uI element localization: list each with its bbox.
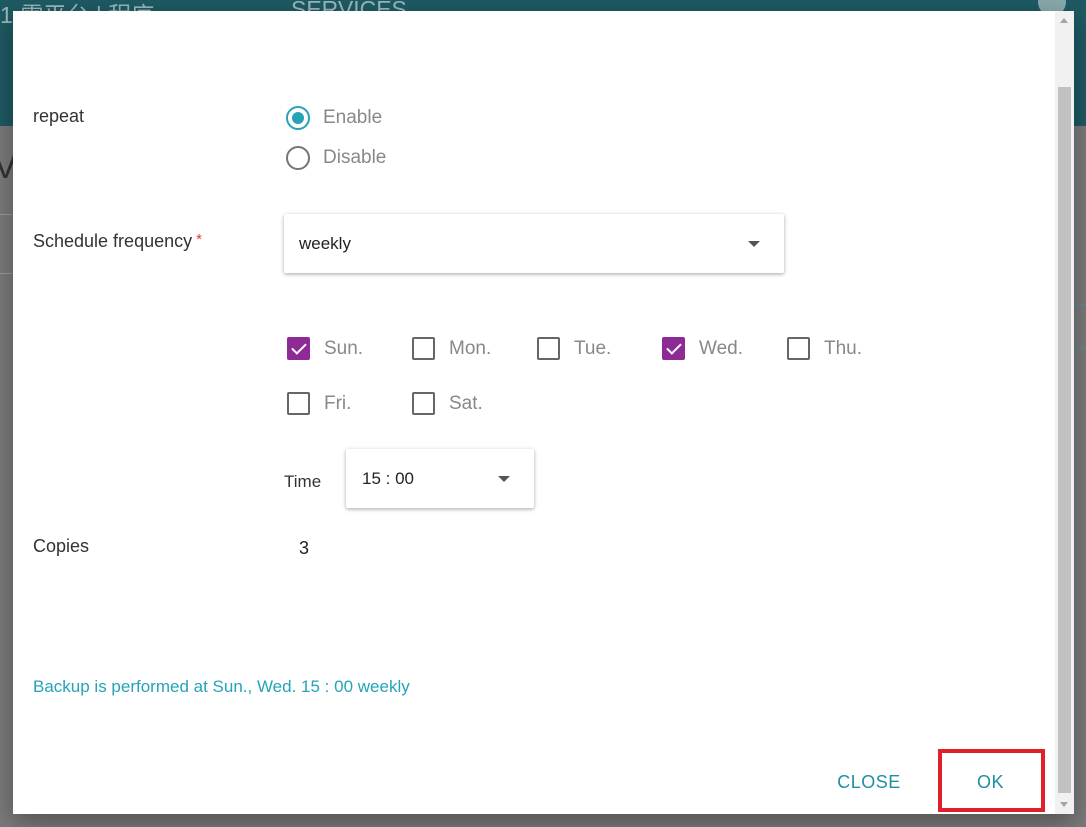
schedule-dialog: repeat Enable Disable Schedule frequency…	[13, 11, 1074, 814]
day-label: Sat.	[449, 392, 483, 414]
background-divider	[0, 214, 14, 274]
checkbox-unchecked-icon[interactable]	[537, 337, 560, 360]
copies-label: Copies	[33, 536, 90, 556]
schedule-frequency-label: Schedule frequency *	[33, 231, 202, 251]
time-select[interactable]: 15 : 00	[346, 449, 534, 508]
copies-value: 3	[299, 538, 310, 558]
time-label: Time	[284, 472, 322, 491]
repeat-enable-label: Enable	[323, 107, 383, 128]
repeat-disable-radio[interactable]: Disable	[286, 146, 386, 170]
required-marker: *	[196, 231, 202, 248]
checkbox-unchecked-icon[interactable]	[412, 337, 435, 360]
background-divider	[1074, 304, 1086, 349]
dialog-scrollbar[interactable]	[1055, 11, 1074, 814]
close-button[interactable]: CLOSE	[828, 770, 910, 794]
scroll-up-arrow-icon[interactable]	[1060, 18, 1068, 23]
checkbox-unchecked-icon[interactable]	[412, 392, 435, 415]
day-checkbox-sun[interactable]: Sun.	[287, 337, 363, 360]
day-checkbox-sat[interactable]: Sat.	[412, 392, 483, 415]
checkbox-checked-icon[interactable]	[662, 337, 685, 360]
schedule-frequency-select[interactable]: weekly	[284, 214, 784, 273]
ok-button-highlight-box	[938, 749, 1045, 812]
dropdown-arrow-icon[interactable]	[498, 476, 510, 482]
day-label: Wed.	[699, 337, 744, 359]
repeat-enable-radio[interactable]: Enable	[286, 106, 382, 130]
day-checkbox-thu[interactable]: Thu.	[787, 337, 862, 360]
checkbox-unchecked-icon[interactable]	[287, 392, 310, 415]
time-value: 15 : 00	[362, 469, 414, 488]
day-label: Thu.	[824, 337, 863, 359]
repeat-disable-label: Disable	[323, 147, 387, 168]
radio-selected-icon[interactable]	[286, 106, 310, 130]
day-label: Tue.	[574, 337, 612, 359]
day-label: Fri.	[324, 392, 352, 414]
schedule-frequency-value: weekly	[299, 234, 351, 253]
scroll-down-arrow-icon[interactable]	[1060, 802, 1068, 807]
day-checkbox-fri[interactable]: Fri.	[287, 392, 351, 415]
day-checkbox-mon[interactable]: Mon.	[412, 337, 491, 360]
checkbox-checked-icon[interactable]	[287, 337, 310, 360]
schedule-summary-text: Backup is performed at Sun., Wed. 15 : 0…	[33, 677, 410, 696]
dropdown-arrow-icon[interactable]	[748, 241, 760, 247]
scrollbar-thumb[interactable]	[1058, 87, 1071, 793]
day-label: Sun.	[324, 337, 364, 359]
repeat-label: repeat	[33, 106, 85, 126]
checkbox-unchecked-icon[interactable]	[787, 337, 810, 360]
day-checkbox-wed[interactable]: Wed.	[662, 337, 743, 360]
day-checkbox-tue[interactable]: Tue.	[537, 337, 611, 360]
radio-unselected-icon[interactable]	[286, 146, 310, 170]
day-label: Mon.	[449, 337, 492, 359]
